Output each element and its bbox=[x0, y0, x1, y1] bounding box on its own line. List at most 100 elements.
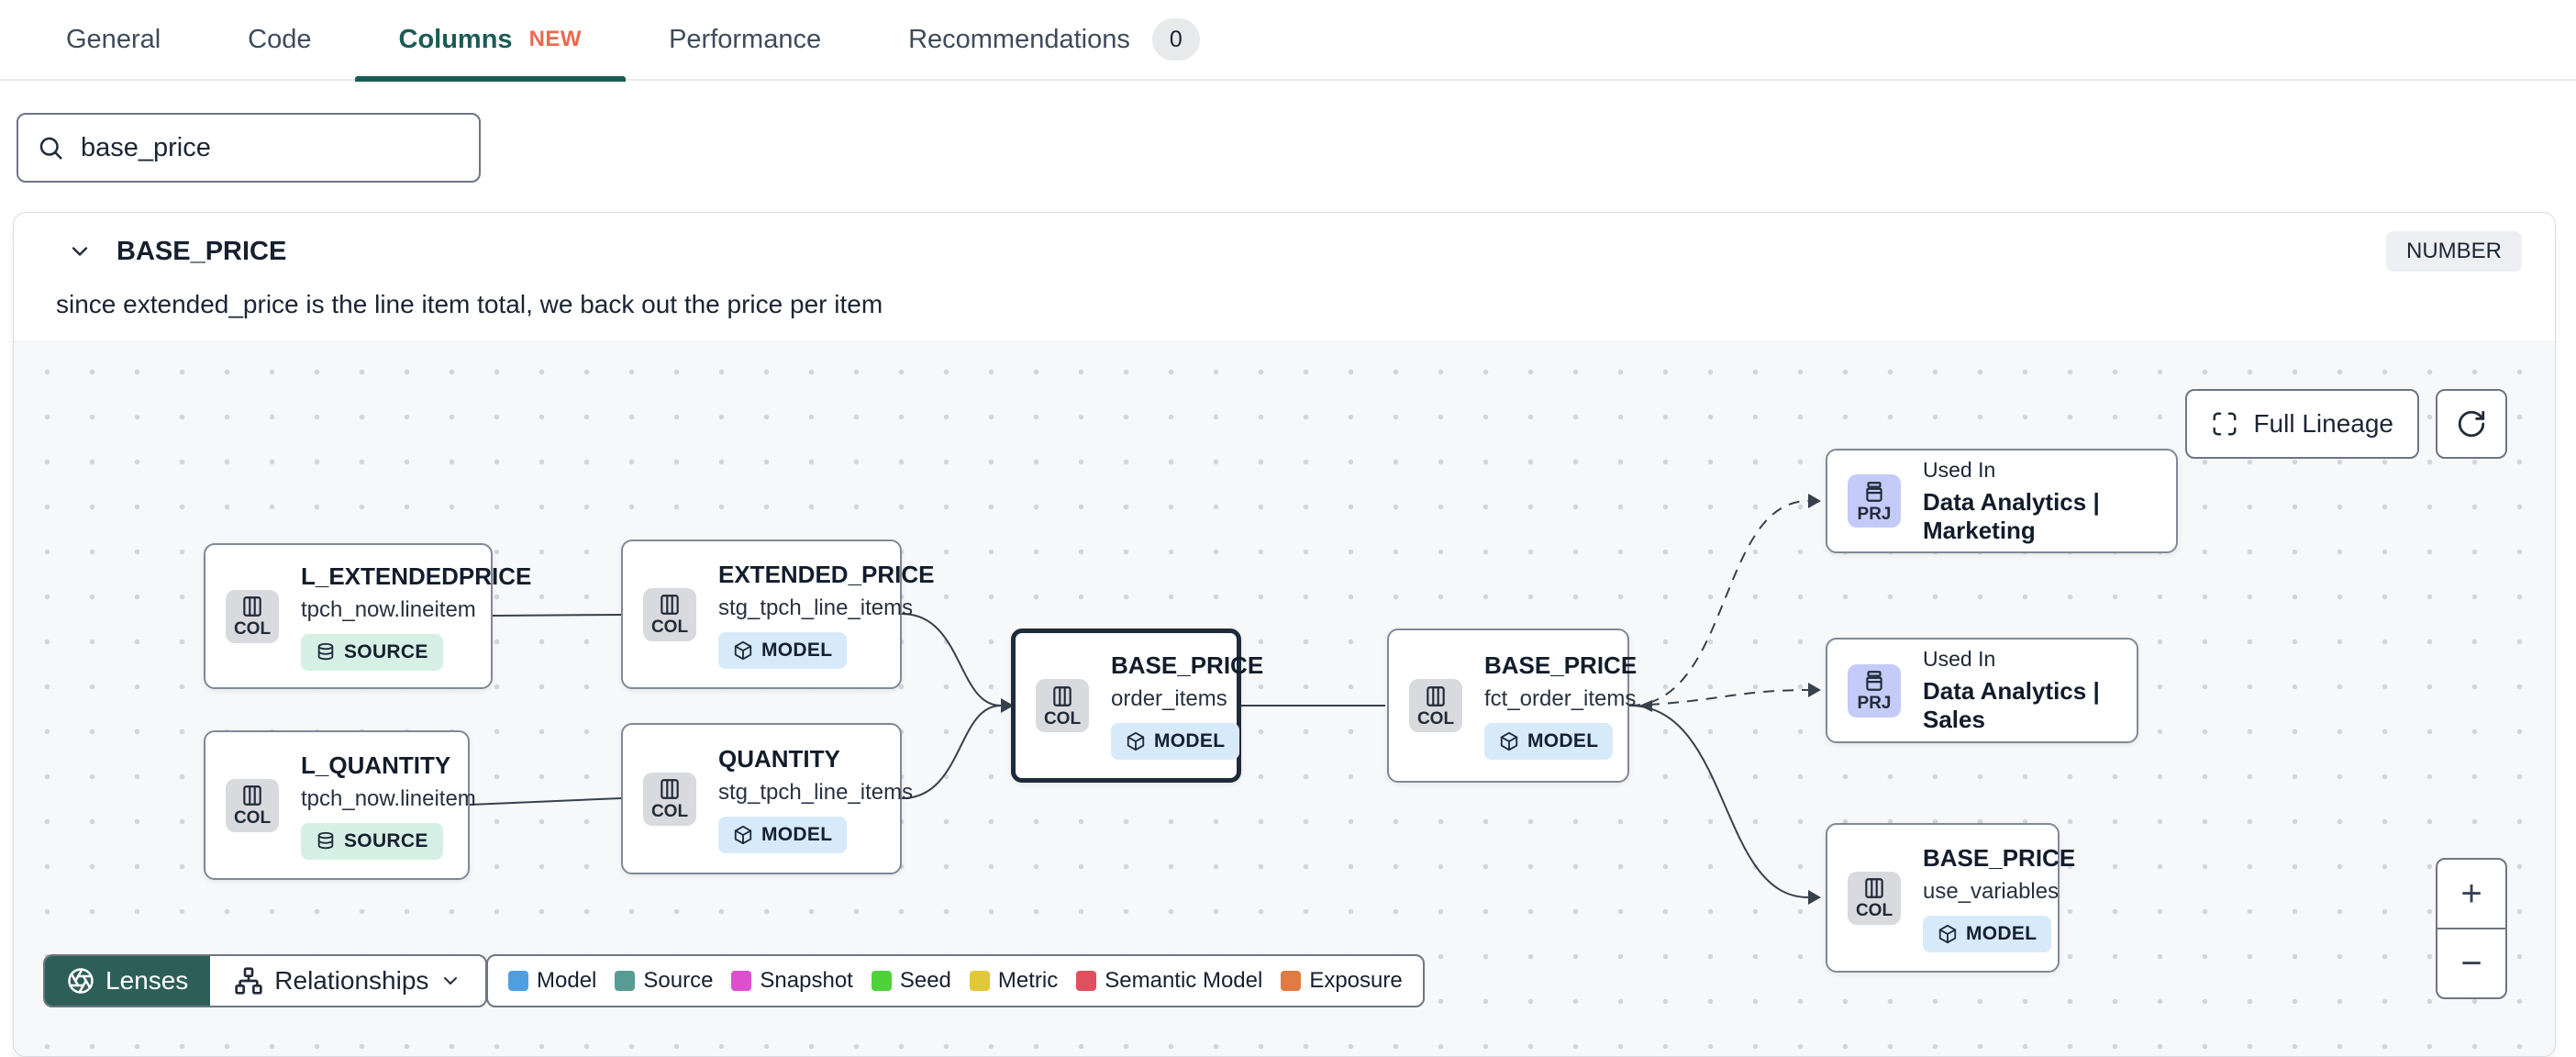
node-kind-label: COL bbox=[1855, 901, 1893, 920]
tab-recommendations[interactable]: Recommendations 0 bbox=[908, 0, 1200, 80]
node-title: EXTENDED_PRICE bbox=[718, 560, 935, 588]
lineage-node-base_price_fct_order_items[interactable]: COL BASE_PRICE fct_order_items MODEL bbox=[1387, 629, 1637, 783]
zoom-in-button[interactable]: + bbox=[2437, 860, 2505, 929]
tab-label: Recommendations bbox=[908, 24, 1130, 54]
node-resource-badge-label: MODEL bbox=[1154, 730, 1226, 751]
legend-swatch bbox=[508, 971, 528, 991]
node-resource-badge-label: SOURCE bbox=[344, 640, 428, 662]
relationships-dropdown[interactable]: Relationships bbox=[210, 956, 485, 1006]
node-subtitle: stg_tpch_line_items bbox=[718, 779, 914, 805]
node-kind-label: COL bbox=[1043, 708, 1082, 729]
node-body: BASE_PRICE fct_order_items MODEL bbox=[1484, 651, 1637, 760]
tab-label: General bbox=[66, 24, 161, 54]
node-resource-badge-label: MODEL bbox=[761, 823, 833, 845]
search-box[interactable] bbox=[17, 113, 481, 183]
node-resource-badge: MODEL bbox=[718, 631, 848, 669]
lineage-node-base_price_use_variables[interactable]: COL BASE_PRICE use_variables MODEL bbox=[1826, 823, 2075, 973]
arrowhead bbox=[1639, 700, 1652, 712]
node-kind-label: PRJ bbox=[1857, 694, 1892, 713]
full-lineage-button[interactable]: Full Lineage bbox=[2185, 389, 2419, 459]
lineage-node-quantity[interactable]: COL QUANTITY stg_tpch_line_items MODEL bbox=[621, 723, 913, 874]
node-body: BASE_PRICE use_variables MODEL bbox=[1923, 844, 2075, 952]
node-resource-badge-label: MODEL bbox=[1966, 922, 2037, 944]
tab-bar: General Code Columns NEW Performance Recommen… bbox=[0, 0, 2576, 82]
node-body: EXTENDED_PRICE stg_tpch_line_items MODEL bbox=[718, 561, 935, 669]
tab-performance[interactable]: Performance bbox=[669, 0, 821, 80]
node-resource-badge: MODEL bbox=[1484, 723, 1614, 760]
columns-icon bbox=[1865, 878, 1883, 898]
legend-label: Snapshot bbox=[760, 968, 853, 993]
legend-swatch bbox=[731, 971, 752, 991]
legend-label: Source bbox=[643, 968, 714, 993]
node-resource-badge: MODEL bbox=[1111, 723, 1240, 760]
node-subtitle: tpch_now.lineitem bbox=[301, 596, 476, 622]
edge-fct-marketing bbox=[1628, 500, 1809, 707]
lineage-node-l_extendedprice[interactable]: COL L_EXTENDEDPRICE tpch_now.lineitem SO… bbox=[204, 543, 531, 689]
node-resource-badge: SOURCE bbox=[301, 822, 443, 860]
node-body: L_EXTENDEDPRICE tpch_now.lineitem SOURCE bbox=[301, 562, 531, 671]
column-description: since extended_price is the line item to… bbox=[56, 290, 883, 318]
lineage-node-used_in_marketing[interactable]: PRJ Used In Data Analytics | Marketing bbox=[1826, 449, 2178, 553]
cube-icon bbox=[734, 825, 752, 844]
lineage-node-l_quantity[interactable]: COL L_QUANTITY tpch_now.lineitem SOURCE bbox=[204, 730, 476, 880]
columns-icon bbox=[661, 779, 679, 799]
legend-item-semantic-model: Semantic Model bbox=[1076, 968, 1262, 994]
edge-qty-orderitems bbox=[901, 705, 1002, 799]
tab-general[interactable]: General bbox=[66, 0, 161, 80]
legend-label: Metric bbox=[997, 968, 1059, 993]
chevron-down-icon[interactable] bbox=[67, 239, 93, 264]
node-body: Used In Data Analytics | Sales bbox=[1923, 647, 2116, 734]
arrowhead bbox=[1808, 890, 1821, 905]
legend: Model Source Snapshot Seed Metric Semantic Mo… bbox=[486, 954, 1425, 1007]
tab-columns[interactable]: Columns NEW bbox=[354, 0, 626, 82]
column-search-input[interactable] bbox=[81, 132, 461, 163]
legend-item-model: Model bbox=[508, 968, 596, 994]
legend-swatch bbox=[1281, 971, 1302, 991]
edge-lqty-qty bbox=[469, 797, 622, 806]
node-title: BASE_PRICE bbox=[1111, 651, 1264, 679]
node-resource-badge: SOURCE bbox=[301, 633, 443, 671]
edge-fct-usevariables bbox=[1628, 705, 1809, 898]
lenses-button[interactable]: Lenses bbox=[45, 956, 211, 1006]
node-title: BASE_PRICE bbox=[1484, 651, 1638, 679]
legend-item-source: Source bbox=[615, 968, 713, 994]
node-body: L_QUANTITY tpch_now.lineitem SOURCE bbox=[301, 751, 476, 860]
node-title: QUANTITY bbox=[718, 744, 840, 773]
zoom-out-button[interactable]: − bbox=[2437, 929, 2505, 997]
legend-item-seed: Seed bbox=[871, 968, 951, 994]
column-title: BASE_PRICE bbox=[117, 236, 287, 266]
node-kind-label: COL bbox=[650, 802, 689, 821]
node-kind-badge: COL bbox=[643, 587, 696, 641]
count-badge: 0 bbox=[1151, 18, 1200, 61]
expand-icon bbox=[2213, 412, 2237, 436]
refresh-button[interactable] bbox=[2436, 389, 2507, 459]
project-icon bbox=[1866, 671, 1882, 691]
lineage-node-extended_price[interactable]: COL EXTENDED_PRICE stg_tpch_line_items M… bbox=[621, 540, 935, 689]
network-icon bbox=[235, 967, 262, 995]
node-pretitle: Used In bbox=[1923, 647, 1996, 671]
cube-icon bbox=[1127, 731, 1145, 751]
node-kind-label: COL bbox=[1416, 708, 1455, 729]
column-card: BASE_PRICE NUMBER since extended_price i… bbox=[13, 212, 2556, 1057]
legend-swatch bbox=[1076, 971, 1097, 991]
node-resource-badge: MODEL bbox=[718, 816, 848, 853]
lineage-node-base_price_order_items[interactable]: COL BASE_PRICE order_items MODEL bbox=[1011, 629, 1263, 783]
cube-icon bbox=[1500, 731, 1518, 751]
zoom-control: + − bbox=[2436, 858, 2507, 999]
legend-label: Seed bbox=[899, 968, 951, 993]
node-title: BASE_PRICE bbox=[1923, 843, 2076, 872]
column-card-header[interactable]: BASE_PRICE NUMBER bbox=[14, 213, 2555, 290]
lineage-node-used_in_sales[interactable]: PRJ Used In Data Analytics | Sales bbox=[1826, 638, 2138, 743]
node-body: QUANTITY stg_tpch_line_items MODEL bbox=[718, 745, 913, 853]
tab-code[interactable]: Code bbox=[248, 0, 311, 80]
legend-item-exposure: Exposure bbox=[1281, 968, 1403, 994]
columns-icon bbox=[1427, 685, 1445, 707]
node-subtitle: use_variables bbox=[1923, 878, 2060, 904]
node-subtitle: order_items bbox=[1111, 686, 1227, 711]
edge-fct-sales bbox=[1628, 689, 1809, 707]
legend-item-metric: Metric bbox=[969, 968, 1059, 994]
node-kind-label: COL bbox=[233, 619, 272, 639]
legend-swatch bbox=[615, 971, 636, 991]
database-icon bbox=[317, 831, 334, 849]
lineage-canvas[interactable]: Full Lineage + − Lenses Relationships Mo… bbox=[14, 341, 2555, 1056]
